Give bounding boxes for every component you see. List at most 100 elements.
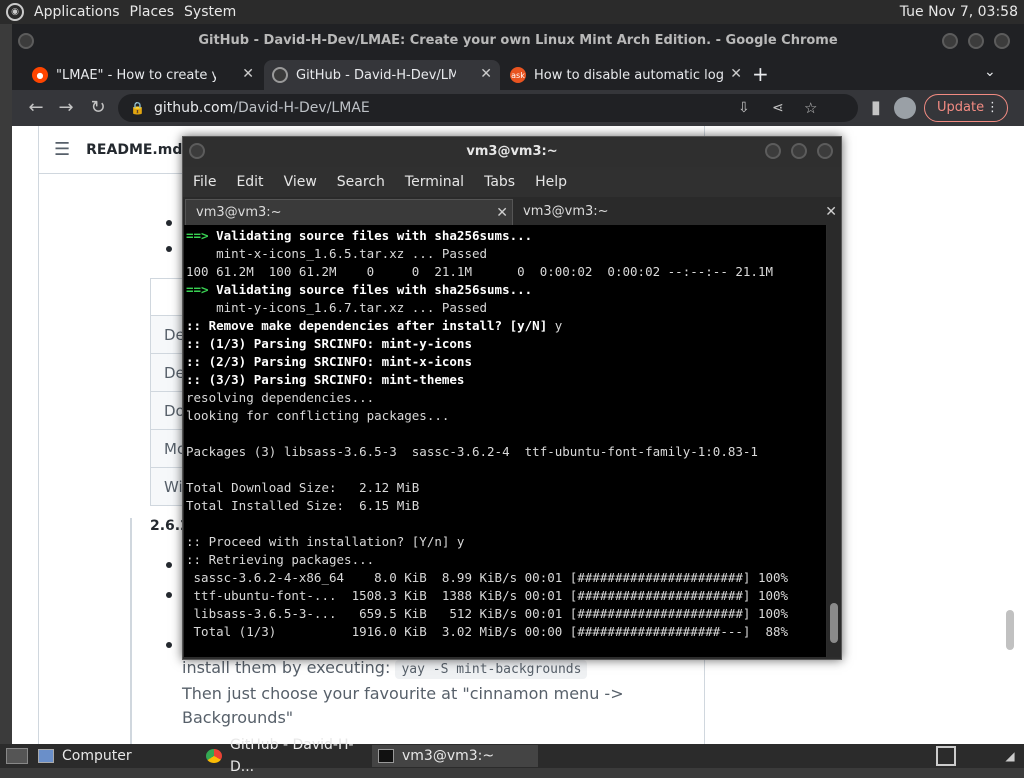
expand-panel-icon[interactable]: ◢ <box>1000 746 1020 766</box>
bookmark-star-icon[interactable]: ☆ <box>804 94 817 122</box>
paragraph-text: Backgrounds" <box>182 708 294 727</box>
taskbar-item-computer[interactable]: Computer <box>32 745 192 767</box>
tab-label: GitHub - David-H-Dev/LMAE: C <box>296 67 456 83</box>
update-button-label: Update <box>937 100 985 115</box>
back-arrow-icon[interactable]: ← <box>24 96 48 120</box>
maximize-icon[interactable] <box>968 33 984 49</box>
lock-icon[interactable]: 🔒 <box>130 94 145 122</box>
address-bar[interactable]: 🔒 github.com/David-H-Dev/LMAE ⇩ ⋖ ☆ <box>118 94 858 122</box>
tab-close-icon[interactable]: ✕ <box>480 66 492 82</box>
terminal-line: mint-y-icons_1.6.7.tar.xz ... Passed <box>186 300 488 315</box>
menu-terminal[interactable]: Terminal <box>405 174 464 190</box>
terminal-titlebar[interactable]: vm3@vm3:~ <box>183 137 841 167</box>
url-path: /David-H-Dev/LMAE <box>233 100 370 116</box>
workspace-switcher-icon[interactable] <box>936 746 956 766</box>
terminal-line: sassc-3.6.2-4-x86_64 8.0 KiB 8.99 KiB/s … <box>186 570 789 585</box>
clock[interactable]: Tue Nov 7, 03:58 <box>900 0 1018 24</box>
tab-close-icon[interactable]: ✕ <box>825 199 837 225</box>
taskbar-label: GitHub - David-H-D... <box>230 737 354 775</box>
menu-tabs[interactable]: Tabs <box>484 174 515 190</box>
chrome-titlebar[interactable]: GitHub - David-H-Dev/LMAE: Create your o… <box>12 24 1024 58</box>
more-menu-icon: ⋮ <box>986 100 999 115</box>
profile-avatar-icon[interactable] <box>894 97 916 119</box>
share-icon[interactable]: ⋖ <box>772 94 784 122</box>
menu-applications[interactable]: Applications <box>34 0 120 24</box>
paragraph-text: Then just choose your favourite at "cinn… <box>182 684 624 703</box>
terminal-tab-bar: vm3@vm3:~ ✕ vm3@vm3:~ ✕ <box>183 197 841 225</box>
bottom-taskbar: Computer GitHub - David-H-D... vm3@vm3:~… <box>0 737 1024 775</box>
forward-arrow-icon[interactable]: → <box>54 96 78 120</box>
list-bullet <box>166 592 172 598</box>
list-bullet <box>166 642 172 648</box>
terminal-tab-1[interactable]: vm3@vm3:~ ✕ <box>185 199 513 225</box>
menu-search[interactable]: Search <box>337 174 385 190</box>
terminal-line: ==> Validating source files with sha256s… <box>186 227 826 245</box>
list-bullet <box>166 562 172 568</box>
chevron-down-icon[interactable]: ⌄ <box>984 64 996 80</box>
install-app-icon[interactable]: ⇩ <box>738 94 750 122</box>
close-icon[interactable] <box>817 143 833 159</box>
reload-icon[interactable]: ↻ <box>86 96 110 120</box>
terminal-line-text: :: Remove make dependencies after instal… <box>186 318 555 333</box>
readme-title: README.md <box>86 141 183 158</box>
maximize-icon[interactable] <box>791 143 807 159</box>
blockquote-border <box>130 518 132 744</box>
terminal-line: 100 61.2M 100 61.2M 0 0 21.1M 0 0:00:02 … <box>186 264 773 279</box>
menu-places[interactable]: Places <box>130 0 175 24</box>
tab-askubuntu[interactable]: ask How to disable automatic logi ✕ <box>502 60 750 90</box>
taskbar-item-chrome[interactable]: GitHub - David-H-D... <box>200 737 370 775</box>
terminal-scrollbar[interactable] <box>827 225 841 657</box>
window-menu-icon[interactable] <box>18 33 34 49</box>
github-icon <box>272 67 288 83</box>
list-bullet <box>166 220 172 226</box>
terminal-window-title: vm3@vm3:~ <box>466 144 558 159</box>
terminal-line: looking for conflicting packages... <box>186 408 450 423</box>
terminal-menubar: File Edit View Search Terminal Tabs Help <box>183 167 841 197</box>
terminal-line: :: (3/3) Parsing SRCINFO: mint-themes <box>186 372 465 387</box>
terminal-line: libsass-3.6.5-3-... 659.5 KiB 512 KiB/s … <box>186 606 789 621</box>
close-icon[interactable] <box>994 33 1010 49</box>
terminal-line: Total (1/3) 1916.0 KiB 3.02 MiB/s 00:00 … <box>186 624 789 639</box>
tab-label: How to disable automatic logi <box>534 67 724 83</box>
terminal-line: :: Proceed with installation? [Y/n] y <box>186 534 465 549</box>
mint-logo-icon[interactable]: ◉ <box>6 3 24 21</box>
tab-close-icon[interactable]: ✕ <box>496 200 508 226</box>
list-outline-icon[interactable]: ☰ <box>54 139 70 160</box>
tab-close-icon[interactable]: ✕ <box>242 66 254 82</box>
scrollbar-thumb[interactable] <box>830 603 838 643</box>
readme-paragraph: install them by executing: yay -S mint-b… <box>182 656 624 730</box>
window-menu-icon[interactable] <box>189 143 205 159</box>
chrome-tab-bar: ● "LMAE" - How to create your c ✕ GitHub… <box>12 58 1024 90</box>
terminal-line: Packages (3) libsass-3.6.5-3 sassc-3.6.2… <box>186 444 758 459</box>
update-button[interactable]: Update ⋮ <box>924 94 1008 122</box>
tab-close-icon[interactable]: ✕ <box>730 66 742 82</box>
askubuntu-icon: ask <box>510 67 526 83</box>
minimize-icon[interactable] <box>765 143 781 159</box>
terminal-line: :: Remove make dependencies after instal… <box>186 317 826 335</box>
taskbar-label: Computer <box>62 748 132 764</box>
desktop-icon <box>6 748 28 764</box>
menu-edit[interactable]: Edit <box>236 174 263 190</box>
terminal-output[interactable]: ==> Validating source files with sha256s… <box>184 225 826 657</box>
tab-github[interactable]: GitHub - David-H-Dev/LMAE: C ✕ <box>264 60 500 90</box>
terminal-line: :: (1/3) Parsing SRCINFO: mint-y-icons <box>186 336 472 351</box>
taskbar-item-terminal[interactable]: vm3@vm3:~ <box>372 745 538 767</box>
menu-view[interactable]: View <box>284 174 317 190</box>
new-tab-plus-icon[interactable]: + <box>752 62 769 86</box>
tab-reddit[interactable]: ● "LMAE" - How to create your c ✕ <box>24 60 262 90</box>
menu-system[interactable]: System <box>184 0 236 24</box>
chrome-toolbar: ← → ↻ 🔒 github.com/David-H-Dev/LMAE ⇩ ⋖ … <box>12 90 1024 126</box>
url-host: github.com <box>154 100 234 116</box>
paragraph-text: install them by executing: <box>182 658 391 677</box>
terminal-line: Total Download Size: 2.12 MiB <box>186 480 420 495</box>
show-desktop-icon[interactable] <box>2 745 32 767</box>
terminal-tab-2[interactable]: vm3@vm3:~ ✕ <box>513 199 841 225</box>
menu-file[interactable]: File <box>193 174 216 190</box>
menu-help[interactable]: Help <box>535 174 567 190</box>
side-panel-icon[interactable]: ▮ <box>864 96 888 120</box>
inline-code[interactable]: yay -S mint-backgrounds <box>395 660 588 679</box>
terminal-line-text: Validating source files with sha256sums.… <box>216 282 533 297</box>
page-scrollbar[interactable] <box>1006 610 1014 650</box>
minimize-icon[interactable] <box>942 33 958 49</box>
